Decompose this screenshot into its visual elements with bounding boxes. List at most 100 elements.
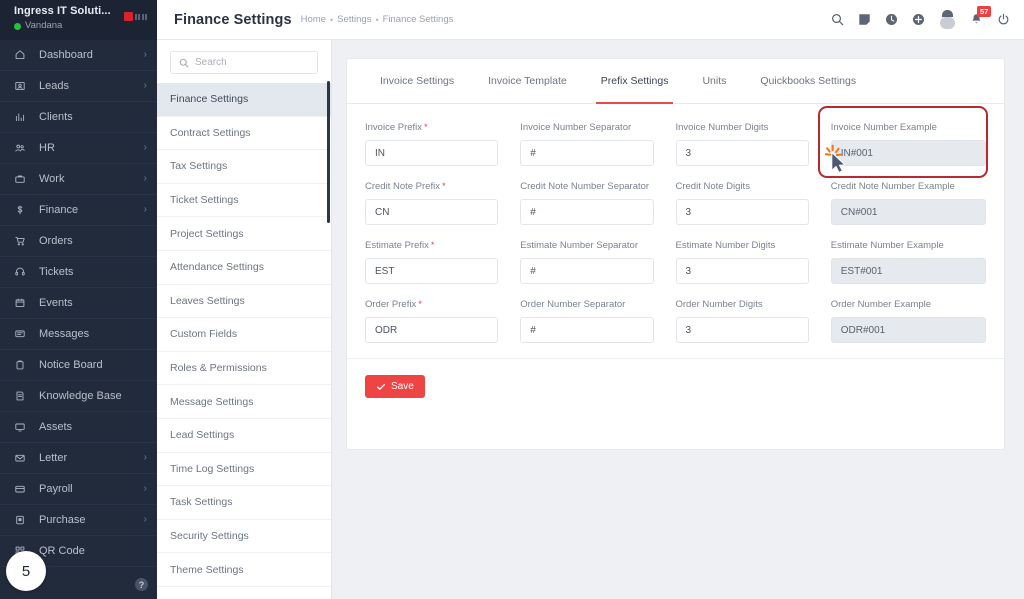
field-label-text: Estimate Number Example: [830, 240, 944, 251]
settings-nav-item-time-log-settings[interactable]: Time Log Settings: [157, 453, 331, 487]
sidebar-item-leads[interactable]: Leads ›: [0, 71, 157, 102]
field-input[interactable]: 3: [675, 199, 809, 225]
avatar[interactable]: [939, 10, 956, 29]
sidebar-item-messages[interactable]: Messages: [0, 319, 157, 350]
field-input[interactable]: 3: [675, 317, 809, 343]
field-label: Estimate Number Digits: [676, 240, 809, 251]
field-input[interactable]: CN: [365, 199, 499, 225]
chevron-right-icon: ›: [143, 142, 147, 153]
field-label: Invoice Prefix *: [365, 122, 498, 133]
settings-body: Invoice Settings Invoice Template Prefix S…: [332, 40, 1024, 599]
help-icon[interactable]: ?: [135, 578, 148, 591]
clock-icon[interactable]: [885, 13, 898, 26]
settings-nav-item-contract-settings[interactable]: Contract Settings: [157, 117, 331, 151]
sidebar-item-knowledge-base[interactable]: Knowledge Base: [0, 381, 157, 412]
sidebar-item-label: Purchase: [39, 514, 86, 526]
tab-prefix-settings[interactable]: Prefix Settings: [584, 59, 686, 104]
field-input[interactable]: 3: [675, 258, 809, 284]
field-input[interactable]: ODR: [365, 317, 499, 343]
home-icon: [14, 49, 32, 61]
people-icon: [14, 142, 32, 154]
app-root: Ingress IT Soluti... Vandana Dashboard › L…: [0, 0, 1024, 599]
sidebar-item-tickets[interactable]: Tickets: [0, 257, 157, 288]
form-row: Invoice Prefix * IN Invoice Number Separato…: [365, 106, 988, 178]
chevron-right-icon: ›: [143, 483, 147, 494]
tab-invoice-settings[interactable]: Invoice Settings: [363, 59, 471, 104]
settings-nav-item-message-settings[interactable]: Message Settings: [157, 385, 331, 419]
tab-invoice-template[interactable]: Invoice Template: [471, 59, 584, 104]
settings-nav-item-task-settings[interactable]: Task Settings: [157, 486, 331, 520]
tab-units[interactable]: Units: [685, 59, 743, 104]
settings-nav-item-finance-settings[interactable]: Finance Settings: [157, 83, 331, 117]
save-button[interactable]: Save: [365, 375, 425, 398]
purchase-icon: [14, 514, 32, 526]
breadcrumb-item[interactable]: Home: [301, 14, 326, 25]
settings-nav-item-ticket-settings[interactable]: Ticket Settings: [157, 184, 331, 218]
search-input[interactable]: [195, 57, 309, 68]
notifications-bell-icon[interactable]: 57: [970, 6, 992, 26]
prefix-settings-form: Invoice Prefix * IN Invoice Number Separato…: [347, 104, 1004, 343]
sidebar-item-purchase[interactable]: Purchase ›: [0, 505, 157, 536]
sidebar-item-label: Leads: [39, 80, 69, 92]
field-value-readonly: IN#001: [830, 140, 986, 166]
user-name: Vandana: [25, 19, 63, 31]
field-order-prefix: Order Prefix * ODR: [365, 299, 520, 343]
tab-quickbooks-settings[interactable]: Quickbooks Settings: [743, 59, 873, 104]
notification-count-badge: 57: [977, 6, 992, 18]
field-input[interactable]: #: [520, 258, 654, 284]
sidebar-item-label: Finance: [39, 204, 79, 216]
field-input[interactable]: IN: [365, 140, 499, 166]
settings-nav-item-project-settings[interactable]: Project Settings: [157, 217, 331, 251]
field-input[interactable]: EST: [365, 258, 499, 284]
sidebar-item-payroll[interactable]: Payroll ›: [0, 474, 157, 505]
breadcrumb-item[interactable]: Settings: [337, 14, 371, 25]
settings-nav-item-tax-settings[interactable]: Tax Settings: [157, 150, 331, 184]
sidebar-item-dashboard[interactable]: Dashboard ›: [0, 40, 157, 71]
field-label: Credit Note Number Separator: [520, 181, 653, 192]
settings-nav-item-theme-settings[interactable]: Theme Settings: [157, 553, 331, 587]
breadcrumb-item[interactable]: Finance Settings: [383, 14, 454, 25]
settings-nav-item-custom-fields[interactable]: Custom Fields: [157, 318, 331, 352]
sidebar-item-finance[interactable]: Finance ›: [0, 195, 157, 226]
sidebar-item-hr[interactable]: HR ›: [0, 133, 157, 164]
note-icon[interactable]: [858, 13, 871, 26]
settings-nav-item-attendance-settings[interactable]: Attendance Settings: [157, 251, 331, 285]
field-input[interactable]: 3: [675, 140, 809, 166]
content-area: Finance SettingsContract SettingsTax Set…: [157, 40, 1024, 599]
sidebar-item-label: HR: [39, 142, 55, 154]
settings-nav-item-roles-permissions[interactable]: Roles & Permissions: [157, 352, 331, 386]
field-label-text: Invoice Number Separator: [520, 122, 632, 133]
sidebar-item-label: Knowledge Base: [39, 390, 122, 402]
clipboard-icon: [14, 359, 32, 371]
dollar-icon: [14, 204, 32, 216]
power-icon[interactable]: [997, 13, 1010, 26]
sidebar-item-clients[interactable]: Clients: [0, 102, 157, 133]
settings-nav-item-security-settings[interactable]: Security Settings: [157, 520, 331, 554]
sidebar-item-events[interactable]: Events: [0, 288, 157, 319]
sidebar-header: Ingress IT Soluti... Vandana: [0, 0, 157, 40]
field-input[interactable]: #: [520, 140, 654, 166]
breadcrumb: Home • Settings • Finance Settings: [301, 14, 454, 25]
sidebar-item-orders[interactable]: Orders: [0, 226, 157, 257]
avatar-head-icon: [942, 10, 953, 17]
plus-circle-icon[interactable]: [912, 13, 925, 26]
sidebar-item-notice-board[interactable]: Notice Board: [0, 350, 157, 381]
field-input[interactable]: #: [520, 317, 654, 343]
settings-nav-item-lead-settings[interactable]: Lead Settings: [157, 419, 331, 453]
brand-logo: [123, 12, 147, 21]
sidebar-item-assets[interactable]: Assets: [0, 412, 157, 443]
chevron-right-icon: ›: [143, 514, 147, 525]
search-box[interactable]: [170, 51, 318, 74]
field-label: Credit Note Prefix *: [365, 181, 498, 192]
search-icon[interactable]: [831, 13, 844, 26]
sidebar-item-letter[interactable]: Letter ›: [0, 443, 157, 474]
book-icon: [14, 390, 32, 402]
field-label: Order Number Digits: [676, 299, 809, 310]
sidebar-item-work[interactable]: Work ›: [0, 164, 157, 195]
monitor-icon: [14, 421, 32, 433]
settings-nav-scrollbar[interactable]: [327, 81, 330, 223]
settings-nav-item-leaves-settings[interactable]: Leaves Settings: [157, 285, 331, 319]
field-label-text: Estimate Number Separator: [520, 240, 638, 251]
field-input[interactable]: #: [520, 199, 654, 225]
wallet-icon: [14, 483, 32, 495]
